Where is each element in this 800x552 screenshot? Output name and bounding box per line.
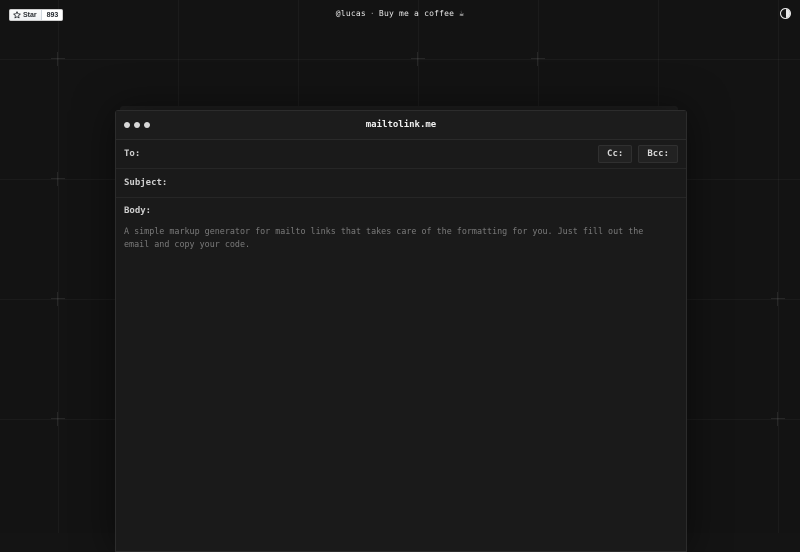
sparkle-decoration <box>411 52 425 66</box>
cc-button[interactable]: Cc: <box>598 145 633 163</box>
separator: · <box>369 9 375 18</box>
subject-row: Subject: <box>116 169 686 198</box>
sparkle-decoration <box>531 52 545 66</box>
email-composer-window: mailtolink.me To: Cc: Bcc: Subject: Body… <box>115 110 687 552</box>
sparkle-decoration <box>51 52 65 66</box>
contrast-icon[interactable] <box>780 8 791 19</box>
to-input[interactable] <box>140 144 599 164</box>
sparkle-decoration <box>51 412 65 426</box>
subject-input[interactable] <box>167 173 686 193</box>
sparkle-decoration <box>771 292 785 306</box>
window-titlebar: mailtolink.me <box>116 111 686 140</box>
body-section: Body: <box>116 198 686 529</box>
bcc-button[interactable]: Bcc: <box>638 145 678 163</box>
body-label: Body: <box>124 206 152 216</box>
header-links: @lucas · Buy me a coffee ☕ <box>0 9 800 18</box>
body-textarea[interactable] <box>124 225 672 525</box>
subject-label: Subject: <box>124 178 168 188</box>
to-label: To: <box>124 149 141 159</box>
sparkle-decoration <box>771 412 785 426</box>
sparkle-decoration <box>51 172 65 186</box>
to-row: To: Cc: Bcc: <box>116 140 686 169</box>
sparkle-decoration <box>51 292 65 306</box>
coffee-link[interactable]: Buy me a coffee ☕ <box>379 9 464 18</box>
author-link[interactable]: @lucas <box>336 9 366 18</box>
window-title: mailtolink.me <box>365 120 437 130</box>
